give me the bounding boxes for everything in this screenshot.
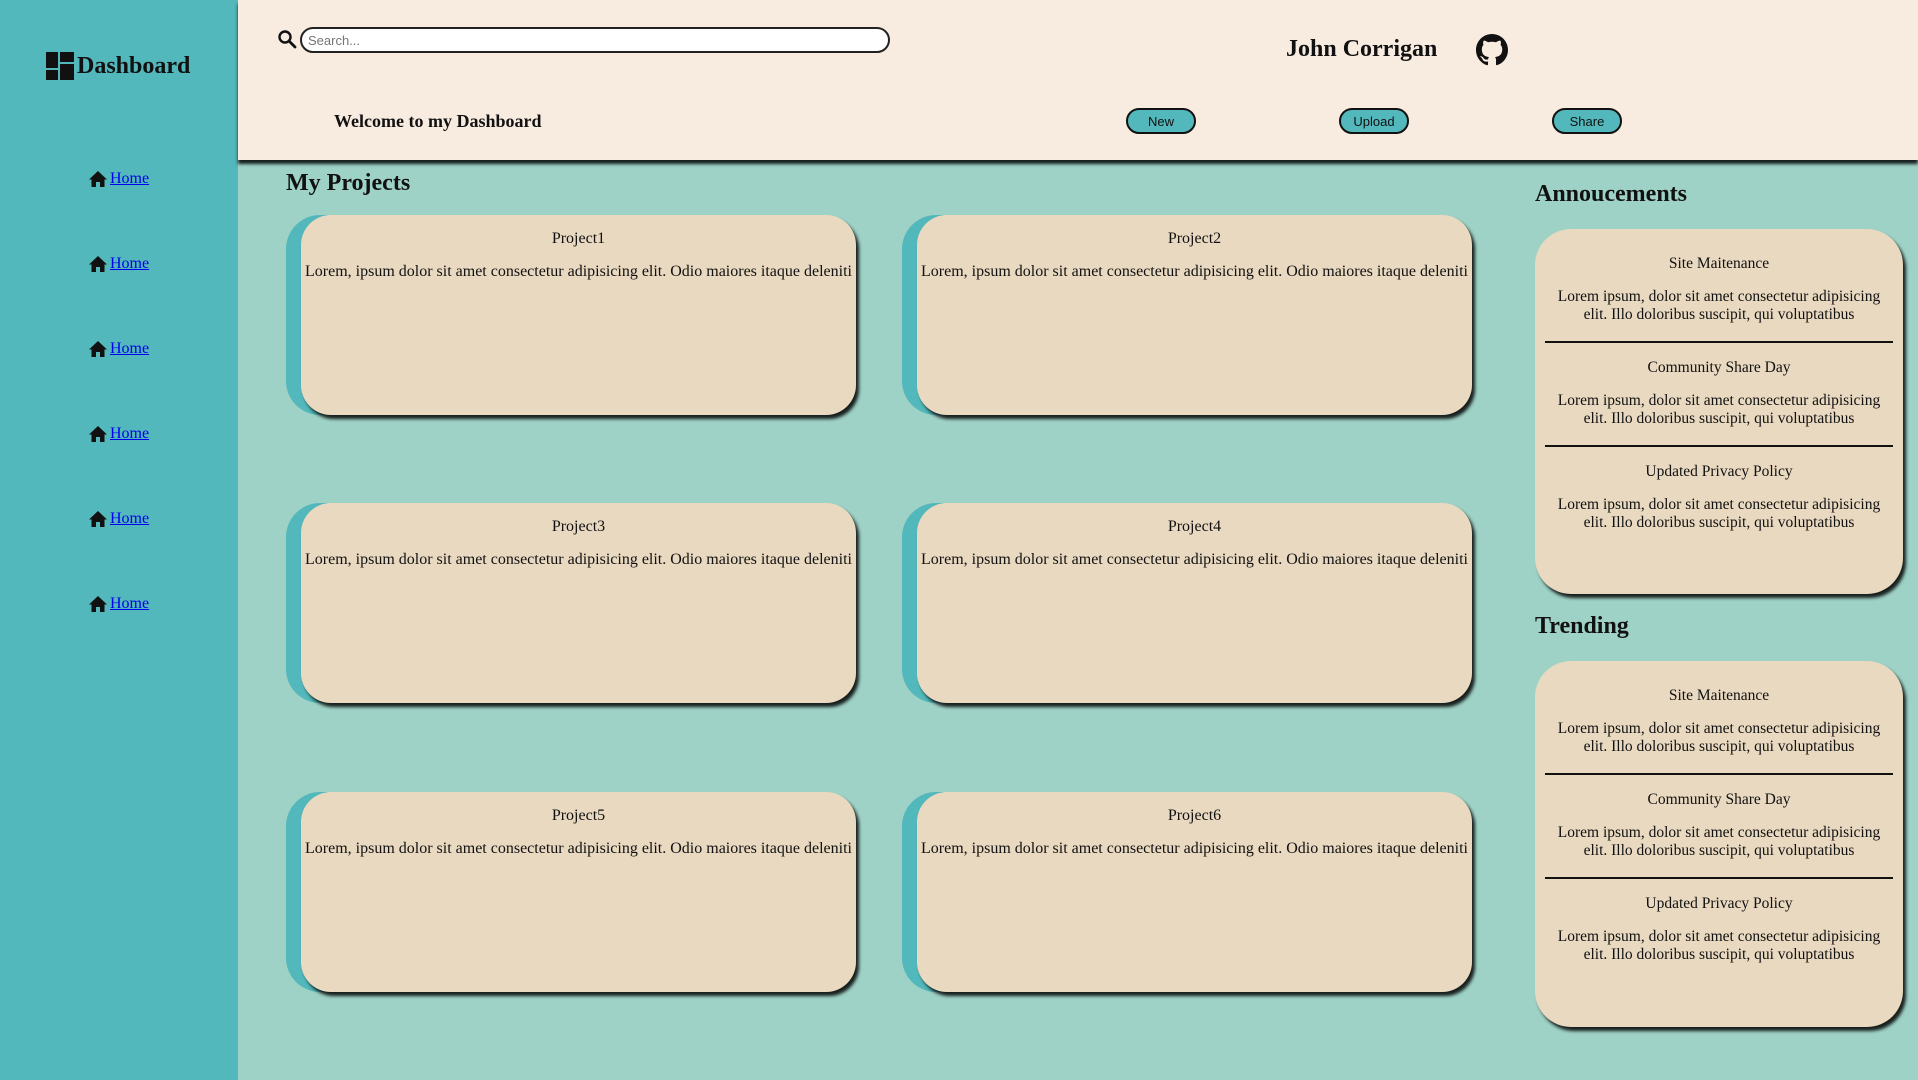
sidebar-link-home[interactable]: Home — [110, 255, 149, 273]
announcement-text: Lorem ipsum, dolor sit amet consectetur … — [1557, 496, 1881, 531]
announcement-title: Site Maitenance — [1668, 255, 1770, 272]
trending-title: Trending — [1535, 613, 1629, 639]
announcements-title: Annoucements — [1535, 181, 1688, 207]
trending-item-title: Community Share Day — [1647, 791, 1791, 808]
divider — [1545, 773, 1893, 775]
search-icon[interactable] — [277, 29, 297, 49]
project-description: Lorem, ipsum dolor sit amet consectetur … — [921, 551, 1468, 568]
home-icon — [89, 511, 107, 527]
sidebar-item-home-4[interactable]: Home — [88, 425, 149, 443]
project-card[interactable]: Project1 Lorem, ipsum dolor sit amet con… — [286, 215, 856, 415]
project-description: Lorem, ipsum dolor sit amet consectetur … — [921, 840, 1468, 857]
sidebar-link-home[interactable]: Home — [110, 510, 149, 528]
header: John Corrigan Welcome to my Dashboard Ne… — [238, 0, 1918, 160]
trending-item: Updated Privacy Policy Lorem ipsum, dolo… — [1545, 895, 1893, 964]
announcement-title: Updated Privacy Policy — [1645, 463, 1793, 480]
user-name: John Corrigan — [1286, 36, 1438, 62]
project-card[interactable]: Project2 Lorem, ipsum dolor sit amet con… — [902, 215, 1472, 415]
search-input[interactable] — [300, 27, 890, 53]
project-card[interactable]: Project5 Lorem, ipsum dolor sit amet con… — [286, 792, 856, 992]
sidebar-item-home-6[interactable]: Home — [88, 595, 149, 613]
announcement-item: Updated Privacy Policy Lorem ipsum, dolo… — [1545, 463, 1893, 532]
trending-item-text: Lorem ipsum, dolor sit amet consectetur … — [1557, 720, 1881, 755]
sidebar: Dashboard Home Home Home Home Home Home — [0, 0, 238, 1080]
project-description: Lorem, ipsum dolor sit amet consectetur … — [305, 551, 852, 568]
sidebar-item-home-3[interactable]: Home — [88, 340, 149, 358]
project-description: Lorem, ipsum dolor sit amet consectetur … — [305, 263, 852, 280]
project-card-body: Project1 Lorem, ipsum dolor sit amet con… — [301, 215, 856, 415]
project-card[interactable]: Project4 Lorem, ipsum dolor sit amet con… — [902, 503, 1472, 703]
sidebar-link-home[interactable]: Home — [110, 340, 149, 358]
brand-title: Dashboard — [77, 52, 191, 79]
trending-item-text: Lorem ipsum, dolor sit amet consectetur … — [1557, 824, 1881, 859]
sidebar-link-home[interactable]: Home — [110, 595, 149, 613]
announcements-panel: Site Maitenance Lorem ipsum, dolor sit a… — [1535, 229, 1903, 594]
project-title: Project2 — [1167, 230, 1222, 247]
announcement-text: Lorem ipsum, dolor sit amet consectetur … — [1557, 288, 1881, 323]
project-title: Project6 — [1167, 807, 1222, 824]
announcement-item: Site Maitenance Lorem ipsum, dolor sit a… — [1545, 255, 1893, 324]
divider — [1545, 877, 1893, 879]
announcement-item: Community Share Day Lorem ipsum, dolor s… — [1545, 359, 1893, 428]
trending-item-text: Lorem ipsum, dolor sit amet consectetur … — [1557, 928, 1881, 963]
projects-title: My Projects — [286, 170, 411, 196]
trending-item: Community Share Day Lorem ipsum, dolor s… — [1545, 791, 1893, 860]
divider — [1545, 445, 1893, 447]
brand: Dashboard — [46, 52, 190, 80]
sidebar-item-home-5[interactable]: Home — [88, 510, 149, 528]
trending-item: Site Maitenance Lorem ipsum, dolor sit a… — [1545, 687, 1893, 756]
home-icon — [89, 426, 107, 442]
announcement-text: Lorem ipsum, dolor sit amet consectetur … — [1557, 392, 1881, 427]
project-card-body: Project6 Lorem, ipsum dolor sit amet con… — [917, 792, 1472, 992]
sidebar-item-home-2[interactable]: Home — [88, 255, 149, 273]
project-card-body: Project4 Lorem, ipsum dolor sit amet con… — [917, 503, 1472, 703]
sidebar-item-home-1[interactable]: Home — [88, 170, 149, 188]
welcome-message: Welcome to my Dashboard — [334, 111, 542, 131]
upload-button[interactable]: Upload — [1339, 108, 1409, 134]
project-title: Project5 — [551, 807, 606, 824]
project-card-body: Project3 Lorem, ipsum dolor sit amet con… — [301, 503, 856, 703]
project-title: Project3 — [551, 518, 606, 535]
project-title: Project4 — [1167, 518, 1222, 535]
project-description: Lorem, ipsum dolor sit amet consectetur … — [921, 263, 1468, 280]
project-card-body: Project2 Lorem, ipsum dolor sit amet con… — [917, 215, 1472, 415]
announcement-title: Community Share Day — [1647, 359, 1791, 376]
home-icon — [89, 256, 107, 272]
dashboard-icon — [46, 52, 74, 80]
home-icon — [89, 171, 107, 187]
trending-item-title: Site Maitenance — [1668, 687, 1770, 704]
project-title: Project1 — [551, 230, 606, 247]
trending-item-title: Updated Privacy Policy — [1645, 895, 1793, 912]
trending-panel: Site Maitenance Lorem ipsum, dolor sit a… — [1535, 661, 1903, 1027]
home-icon — [89, 341, 107, 357]
project-card-body: Project5 Lorem, ipsum dolor sit amet con… — [301, 792, 856, 992]
project-description: Lorem, ipsum dolor sit amet consectetur … — [305, 840, 852, 857]
sidebar-link-home[interactable]: Home — [110, 170, 149, 188]
new-button[interactable]: New — [1126, 108, 1196, 134]
share-button[interactable]: Share — [1552, 108, 1622, 134]
home-icon — [89, 596, 107, 612]
project-card[interactable]: Project6 Lorem, ipsum dolor sit amet con… — [902, 792, 1472, 992]
sidebar-link-home[interactable]: Home — [110, 425, 149, 443]
divider — [1545, 341, 1893, 343]
project-card[interactable]: Project3 Lorem, ipsum dolor sit amet con… — [286, 503, 856, 703]
github-icon[interactable] — [1476, 34, 1508, 66]
